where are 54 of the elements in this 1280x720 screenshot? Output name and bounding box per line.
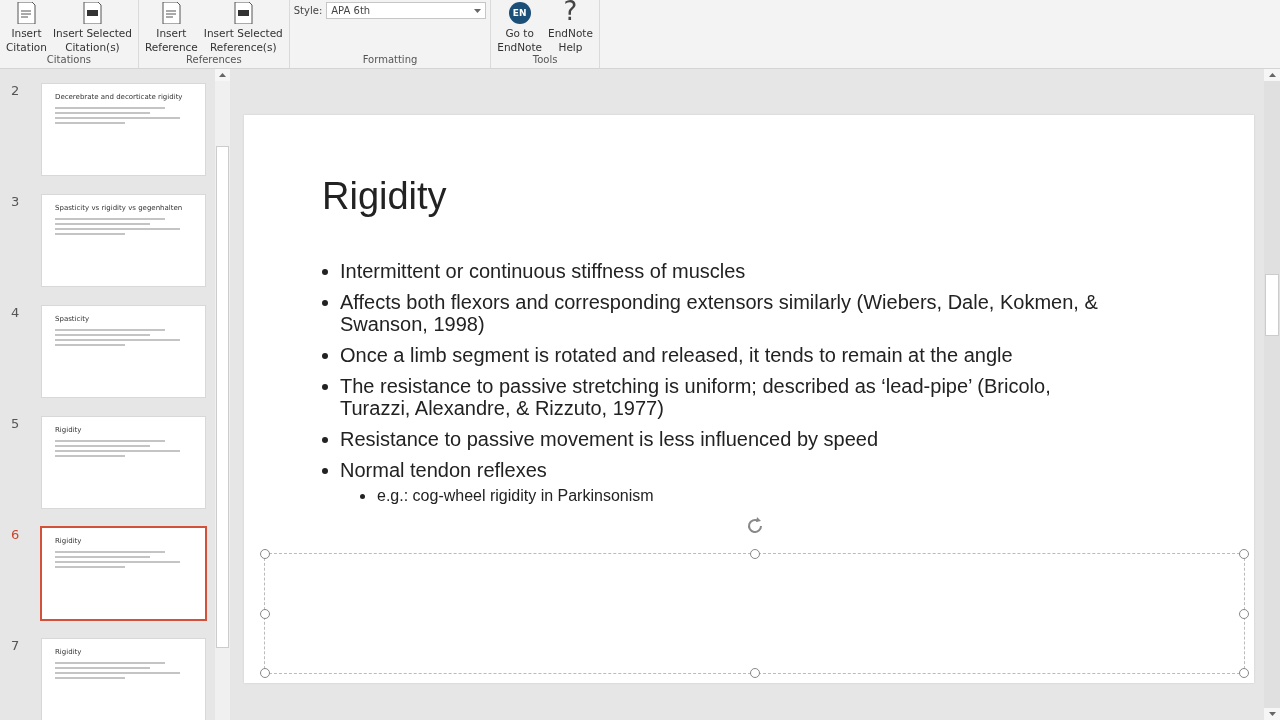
group-label: Citations bbox=[46, 54, 92, 67]
scrollbar[interactable] bbox=[1264, 69, 1280, 720]
bullet-icon bbox=[322, 384, 328, 390]
resize-handle[interactable] bbox=[749, 668, 760, 678]
style-label: Style: bbox=[293, 5, 323, 16]
bullet-icon bbox=[322, 353, 328, 359]
bullet-text: Intermittent or continuous stiffness of muscles bbox=[340, 260, 746, 282]
scrollbar[interactable] bbox=[215, 69, 230, 720]
resize-handle[interactable] bbox=[749, 549, 760, 559]
ribbon-button[interactable]: Insert Citation bbox=[4, 0, 49, 54]
bullet-text: Normal tendon reflexes bbox=[340, 459, 547, 481]
bullet-icon bbox=[360, 494, 365, 499]
resize-handle[interactable] bbox=[260, 668, 270, 678]
group-label: References bbox=[186, 54, 242, 67]
slide-number: 3 bbox=[10, 194, 21, 209]
scroll-thumb[interactable] bbox=[1265, 273, 1279, 336]
bullet-icon bbox=[322, 269, 328, 275]
help-icon: ? bbox=[563, 0, 578, 24]
bullet-text: Affects both flexors and corresponding extensors similarly (Wiebers, Dale, Kokmen, & Swanson, 1998) bbox=[340, 291, 1099, 335]
caret-up-icon bbox=[219, 73, 226, 77]
bullet-text: The resistance to passive stretching is uniform; described as ‘lead-pipe’ (Bricolo, Turazzi, Alexandre, & Rizzuto, 1977) bbox=[340, 375, 1052, 419]
scroll-up-button[interactable] bbox=[1264, 69, 1280, 81]
scroll-down-button[interactable] bbox=[1264, 708, 1280, 720]
ribbon-button[interactable]: Insert Selected Reference(s) bbox=[201, 0, 285, 54]
style-dropdown[interactable]: APA 6th bbox=[326, 2, 487, 19]
resize-handle[interactable] bbox=[260, 608, 270, 619]
slide-number: 4 bbox=[10, 305, 21, 320]
ribbon-button[interactable]: ? EndNote Help bbox=[546, 0, 595, 54]
bullet-text: Once a limb segment is rotated and released, it tends to remain at the angle bbox=[340, 344, 1013, 366]
group-label: Formatting bbox=[362, 54, 418, 67]
ribbon-button[interactable]: Insert Reference bbox=[142, 0, 200, 54]
caret-down-icon bbox=[1268, 712, 1276, 716]
scroll-thumb[interactable] bbox=[216, 146, 229, 648]
slide-number: 7 bbox=[10, 638, 21, 653]
ribbon-button[interactable]: Insert Selected Citation(s) bbox=[50, 0, 134, 54]
caret-up-icon bbox=[1268, 73, 1276, 77]
bullet-icon bbox=[322, 468, 328, 474]
scroll-up-button[interactable] bbox=[215, 69, 230, 81]
resize-handle[interactable] bbox=[1239, 549, 1249, 559]
slide-number: 6 bbox=[10, 527, 21, 542]
bullet-text: e.g.: cog-wheel rigidity in Parkinsonism bbox=[377, 486, 654, 506]
ribbon-button[interactable]: EN Go to EndNote bbox=[495, 0, 545, 54]
resize-handle[interactable] bbox=[260, 549, 270, 559]
caret-down-icon bbox=[474, 8, 482, 13]
resize-handle[interactable] bbox=[1239, 668, 1249, 678]
bullet-icon bbox=[322, 437, 328, 443]
endnote-logo-icon: EN bbox=[508, 2, 531, 24]
resize-handle[interactable] bbox=[1239, 608, 1249, 619]
slide-number: 2 bbox=[10, 83, 21, 98]
group-label: Tools bbox=[532, 54, 558, 67]
slide-title: Rigidity bbox=[322, 175, 448, 218]
slide-number: 5 bbox=[10, 416, 21, 431]
bullet-text: Resistance to passive movement is less influenced by speed bbox=[340, 428, 879, 450]
bullet-icon bbox=[322, 300, 328, 306]
